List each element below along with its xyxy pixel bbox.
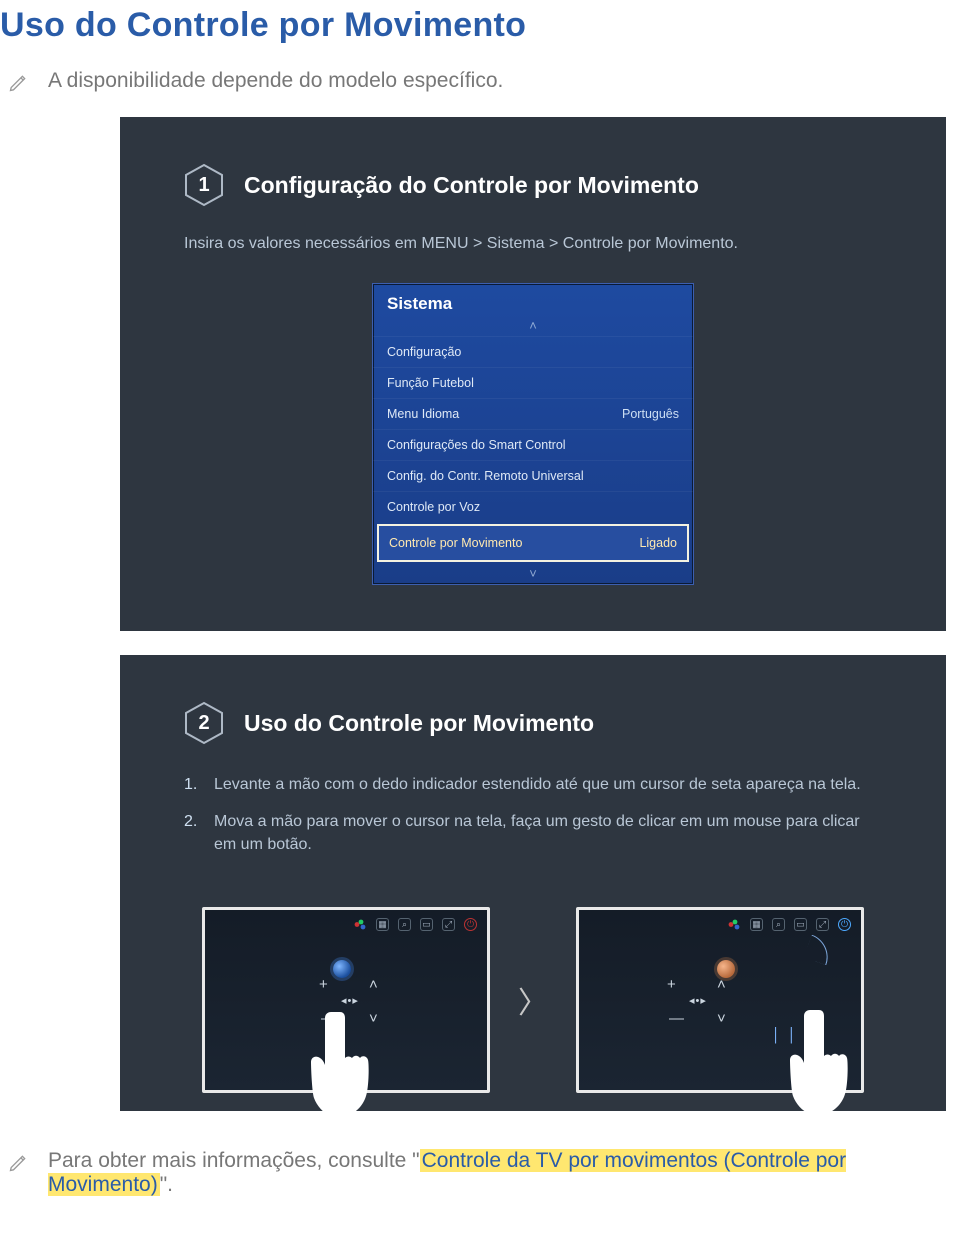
pip-icon: ▭ [794, 918, 807, 931]
search-icon: ⌕ [772, 918, 785, 931]
chevron-right-icon: 〉 [518, 978, 548, 1022]
pencil-icon [8, 1153, 30, 1179]
menu-item-voz[interactable]: Controle por Voz [373, 491, 693, 522]
panel-configuration: 1 Configuração do Controle por Movimento… [120, 117, 946, 631]
panel1-heading: Configuração do Controle por Movimento [244, 172, 699, 199]
channel-up-icon: ˄ [717, 976, 726, 993]
step-badge-1-number: 1 [184, 163, 224, 207]
system-menu-title: Sistema [373, 284, 693, 316]
panel-usage: 2 Uso do Controle por Movimento 1. Levan… [120, 655, 946, 1111]
volume-plus-icon: + [667, 976, 676, 993]
demo-tv-2: ▦ ⌕ ▭ ⤢ ⏻ + — ˄ ˅ ◂•▸ ׀ ׀ ׀ [576, 907, 864, 1093]
step-badge-2: 2 [184, 701, 224, 745]
tap-spark-icon: ׀ ׀ ׀ [772, 1028, 813, 1044]
footer-note-post: ". [160, 1173, 173, 1196]
channel-down-icon: ˅ [717, 1010, 726, 1027]
page-title: Uso do Controle por Movimento [0, 0, 960, 63]
hand-pointing-icon [779, 1004, 871, 1124]
tv1-toolbar: ▦ ⌕ ▭ ⤢ ⏻ [354, 918, 477, 931]
panel2-step-2-text: Mova a mão para mover o cursor na tela, … [214, 810, 882, 856]
system-menu: Sistema ˄ Configuração Função Futebol Me… [372, 283, 694, 585]
panel2-step-2: 2. Mova a mão para mover o cursor na tel… [184, 810, 882, 856]
motion-arc-icon [804, 934, 835, 965]
menu-item-movimento-selected[interactable]: Controle por Movimento Ligado [377, 524, 689, 562]
step-badge-2-number: 2 [184, 701, 224, 745]
motion-cursor-icon [333, 960, 351, 978]
search-icon: ⌕ [398, 918, 411, 931]
power-icon: ⏻ [464, 918, 477, 931]
menu-item-label: Função Futebol [387, 376, 474, 390]
power-icon-active: ⏻ [838, 918, 851, 931]
panel2-heading: Uso do Controle por Movimento [244, 710, 594, 737]
panel2-steps: 1. Levante a mão com o dedo indicador es… [184, 773, 882, 857]
panel2-step-1: 1. Levante a mão com o dedo indicador es… [184, 773, 882, 796]
menu-item-label: Controle por Movimento [389, 536, 522, 550]
footer-note-text: Para obter mais informações, consulte "C… [48, 1149, 960, 1197]
pencil-icon [8, 73, 30, 99]
availability-note-text: A disponibilidade depende do modelo espe… [48, 69, 503, 93]
expand-icon: ⤢ [442, 918, 455, 931]
tv1-dpad: + — ˄ ˅ ◂•▸ [317, 972, 391, 1034]
pip-icon: ▭ [420, 918, 433, 931]
motion-cursor-icon [717, 960, 735, 978]
chevron-up-icon: ˄ [373, 316, 693, 336]
step-badge-1: 1 [184, 163, 224, 207]
menu-item-label: Controle por Voz [387, 500, 480, 514]
chevron-down-icon: ˅ [373, 564, 693, 584]
demo-tv-row: ▦ ⌕ ▭ ⤢ ⏻ + — ˄ ˅ ◂•▸ 〉 [184, 907, 882, 1111]
footer-note-pre: Para obter mais informações, consulte " [48, 1149, 420, 1172]
footer-note: Para obter mais informações, consulte "C… [0, 1135, 960, 1197]
menu-item-smart-control[interactable]: Configurações do Smart Control [373, 429, 693, 460]
availability-note: A disponibilidade depende do modelo espe… [0, 63, 960, 117]
panel1-heading-row: 1 Configuração do Controle por Movimento [184, 163, 882, 207]
grid-icon: ▦ [376, 918, 389, 931]
channel-up-icon: ˄ [369, 976, 378, 993]
tv2-dpad: + — ˄ ˅ ◂•▸ [665, 972, 739, 1034]
smart-hub-icon [728, 918, 741, 931]
menu-item-label: Configurações do Smart Control [387, 438, 566, 452]
list-number-1: 1. [184, 773, 202, 796]
menu-item-value: Ligado [639, 536, 677, 550]
menu-item-idioma[interactable]: Menu Idioma Português [373, 398, 693, 429]
tv2-toolbar: ▦ ⌕ ▭ ⤢ ⏻ [728, 918, 851, 931]
menu-item-value: Português [622, 407, 679, 421]
smart-hub-icon [354, 918, 367, 931]
volume-minus-icon: — [321, 1010, 336, 1027]
panel1-subhead: Insira os valores necessários em MENU > … [184, 235, 882, 253]
panel2-step-1-text: Levante a mão com o dedo indicador esten… [214, 773, 861, 796]
menu-item-remoto-universal[interactable]: Config. do Contr. Remoto Universal [373, 460, 693, 491]
demo-tv-1: ▦ ⌕ ▭ ⤢ ⏻ + — ˄ ˅ ◂•▸ [202, 907, 490, 1093]
channel-down-icon: ˅ [369, 1010, 378, 1027]
expand-icon: ⤢ [816, 918, 829, 931]
panel2-heading-row: 2 Uso do Controle por Movimento [184, 701, 882, 745]
mute-icon: ◂•▸ [341, 994, 359, 1007]
volume-minus-icon: — [669, 1010, 684, 1027]
mute-icon: ◂•▸ [689, 994, 707, 1007]
menu-item-configuracao[interactable]: Configuração [373, 336, 693, 367]
grid-icon: ▦ [750, 918, 763, 931]
menu-item-futebol[interactable]: Função Futebol [373, 367, 693, 398]
menu-item-label: Menu Idioma [387, 407, 459, 421]
menu-item-label: Config. do Contr. Remoto Universal [387, 469, 584, 483]
volume-plus-icon: + [319, 976, 328, 993]
menu-item-label: Configuração [387, 345, 461, 359]
list-number-2: 2. [184, 810, 202, 856]
